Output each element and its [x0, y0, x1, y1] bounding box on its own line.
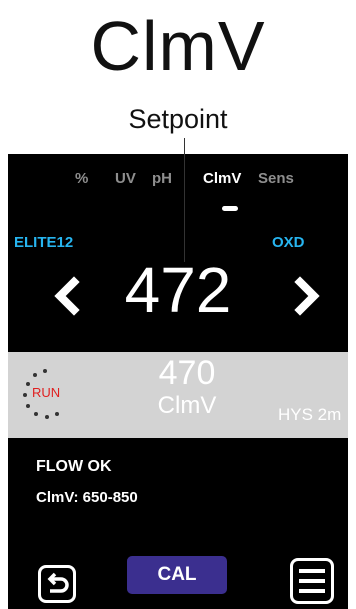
active-tab-indicator [222, 206, 238, 211]
status-band: RUN 470 ClmV HYS 2m [8, 352, 348, 438]
device-screen: % UV pH ClmV Sens ELITE12 OXD 472 RUN 47… [8, 154, 348, 609]
tab-bar: % UV pH ClmV Sens [8, 170, 348, 211]
increase-arrow-icon[interactable] [292, 276, 322, 316]
current-reading-value: 470 [158, 354, 216, 392]
tab-uv[interactable]: UV [115, 170, 136, 187]
cal-button[interactable]: CAL [127, 556, 227, 594]
probe-label-left: ELITE12 [14, 234, 74, 251]
tab-sens[interactable]: Sens [258, 170, 294, 187]
tab-clmv[interactable]: ClmV [203, 170, 241, 187]
back-arrow-icon [47, 572, 69, 593]
back-button[interactable] [38, 565, 76, 603]
setpoint-callout-label: Setpoint [128, 104, 228, 134]
menu-button[interactable] [290, 558, 334, 604]
current-reading-unit: ClmV [157, 392, 217, 419]
setpoint-callout-line [184, 138, 185, 262]
tab-ph[interactable]: pH [152, 170, 172, 187]
hysteresis-label: HYS 2m [278, 405, 342, 424]
run-status-label: RUN [32, 385, 61, 400]
page-title: ClmV [90, 7, 266, 85]
tab-percent[interactable]: % [75, 170, 88, 187]
range-status: ClmV: 650-850 [36, 489, 138, 506]
flow-status: FLOW OK [36, 458, 112, 475]
menu-icon [299, 569, 325, 593]
probe-label-right: OXD [272, 234, 305, 251]
